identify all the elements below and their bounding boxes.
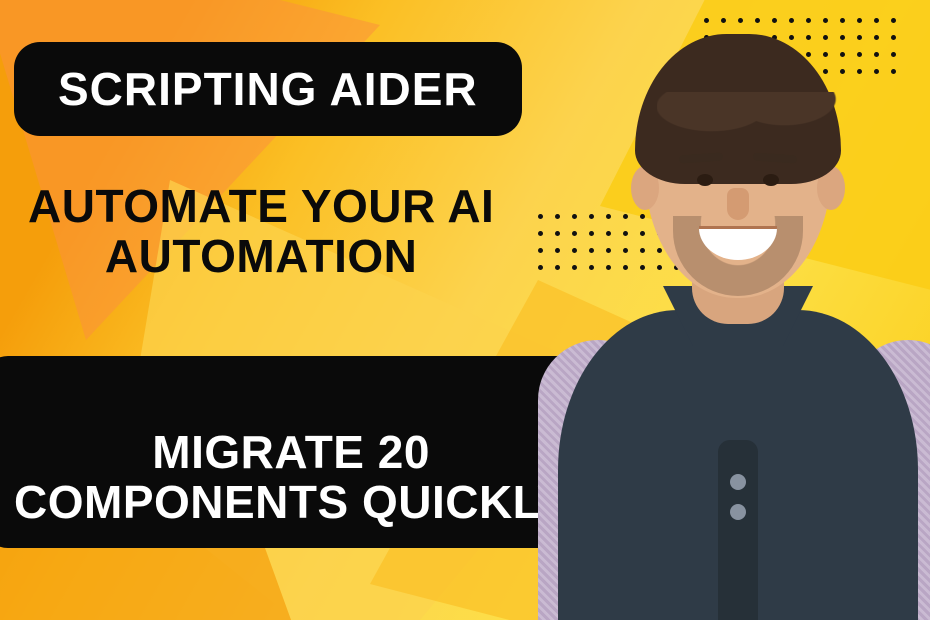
title-text: SCRIPTING AIDER [58, 63, 478, 115]
title-pill: SCRIPTING AIDER [14, 42, 522, 136]
tagline-text: MIGRATE 20 COMPONENTS QUICKLY [14, 426, 568, 529]
person-illustration [528, 60, 930, 620]
tagline-pill: MIGRATE 20 COMPONENTS QUICKLY [0, 356, 612, 548]
subtitle-text: AUTOMATE YOUR AI AUTOMATION [28, 182, 494, 281]
